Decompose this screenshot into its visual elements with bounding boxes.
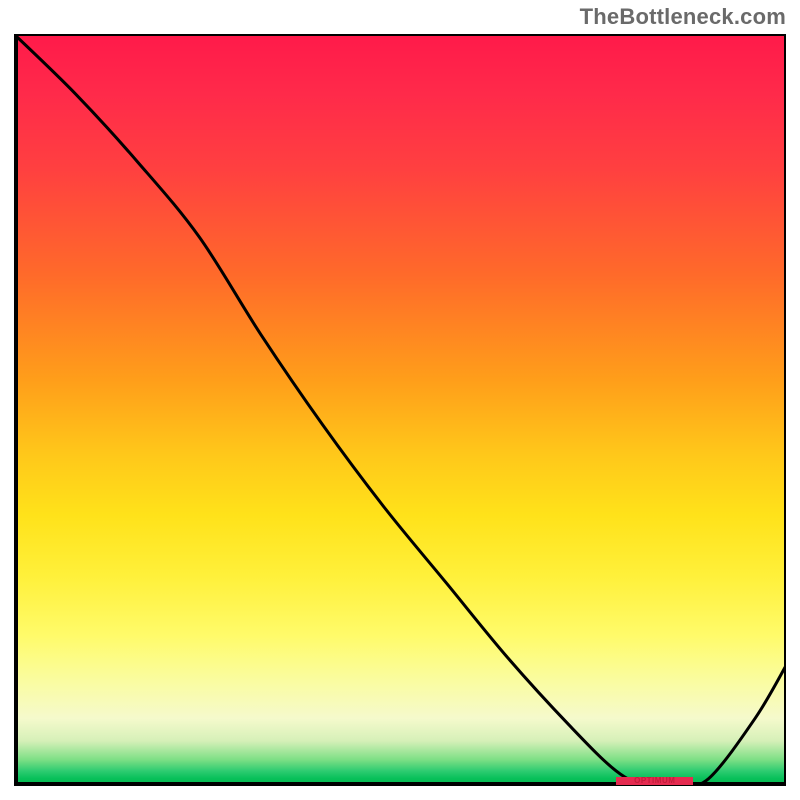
chart-canvas [14,34,786,786]
watermark-text: TheBottleneck.com [580,4,786,30]
optimum-marker: OPTIMUM [616,777,693,785]
